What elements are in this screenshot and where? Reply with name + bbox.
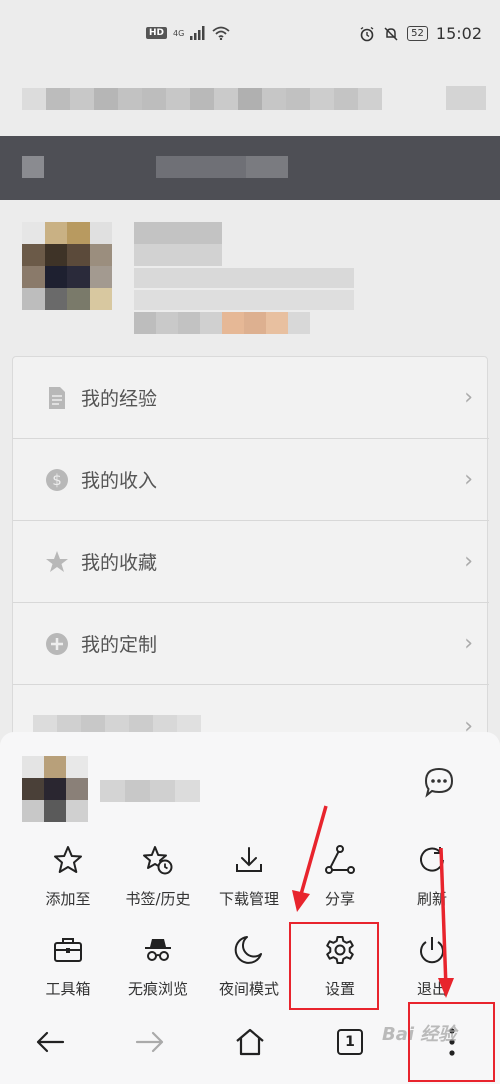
annotation-arrows: [292, 805, 454, 998]
